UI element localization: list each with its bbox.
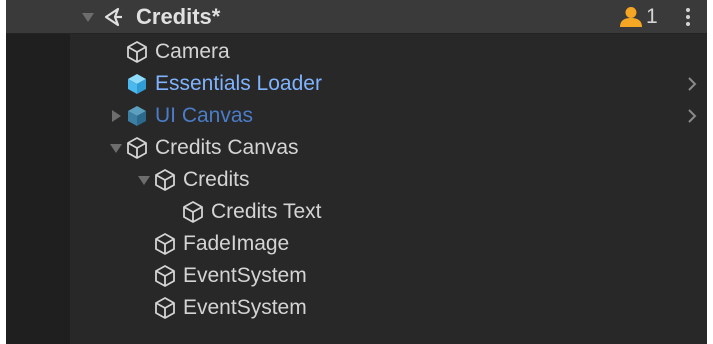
hierarchy-item-credits[interactable]: Credits <box>70 164 707 196</box>
hierarchy-item-label: FadeImage <box>183 232 290 255</box>
hierarchy-item-credits-canvas[interactable]: Credits Canvas <box>70 132 707 164</box>
scene-title: Credits* <box>136 4 221 29</box>
hierarchy-item-eventsystem[interactable]: EventSystem <box>70 260 707 292</box>
cube-outline-icon <box>155 233 175 255</box>
kebab-menu-icon[interactable] <box>684 7 692 27</box>
chevron-right-icon[interactable] <box>685 75 699 93</box>
user-count: 1 <box>646 5 658 28</box>
hierarchy-item-label: Camera <box>155 40 230 63</box>
foldout-arrow[interactable] <box>110 144 122 153</box>
hierarchy-item-label: Credits Canvas <box>155 136 299 159</box>
hierarchy-item-ui-canvas[interactable]: UI Canvas <box>70 100 707 132</box>
cube-outline-icon <box>155 265 175 287</box>
hierarchy-item-eventsystem-2[interactable]: EventSystem <box>70 292 707 324</box>
unity-scene-icon <box>104 7 122 27</box>
cube-outline-icon <box>127 137 147 159</box>
scene-foldout-arrow[interactable] <box>82 13 94 22</box>
cube-outline-icon <box>127 41 147 63</box>
chevron-right-icon[interactable] <box>685 107 699 125</box>
hierarchy-item-credits-text[interactable]: Credits Text <box>70 196 707 228</box>
hierarchy-window: Credits* 1 Camera Essentials Loader UI C… <box>6 0 707 344</box>
hierarchy-item-label: Essentials Loader <box>155 72 322 95</box>
hierarchy-item-fadeimage[interactable]: FadeImage <box>70 228 707 260</box>
hierarchy-item-camera[interactable]: Camera <box>70 36 707 68</box>
cube-outline-icon <box>155 297 175 319</box>
hierarchy-item-label: Credits Text <box>211 200 322 223</box>
scene-header[interactable]: Credits* 1 <box>6 0 707 34</box>
foldout-arrow[interactable] <box>138 176 150 185</box>
prefab-cube-icon <box>128 106 146 126</box>
hierarchy-item-label: EventSystem <box>183 264 307 287</box>
cube-outline-icon <box>183 201 203 223</box>
prefab-cube-icon <box>128 74 146 94</box>
hierarchy-item-label: EventSystem <box>183 296 307 319</box>
hierarchy-item-label: UI Canvas <box>155 104 254 127</box>
hierarchy-gutter <box>6 34 70 344</box>
hierarchy-item-label: Credits <box>183 168 250 191</box>
hierarchy-item-essentials-loader[interactable]: Essentials Loader <box>70 68 707 100</box>
user-icon[interactable] <box>618 6 644 28</box>
cube-outline-icon <box>155 169 175 191</box>
foldout-arrow[interactable] <box>112 110 121 122</box>
